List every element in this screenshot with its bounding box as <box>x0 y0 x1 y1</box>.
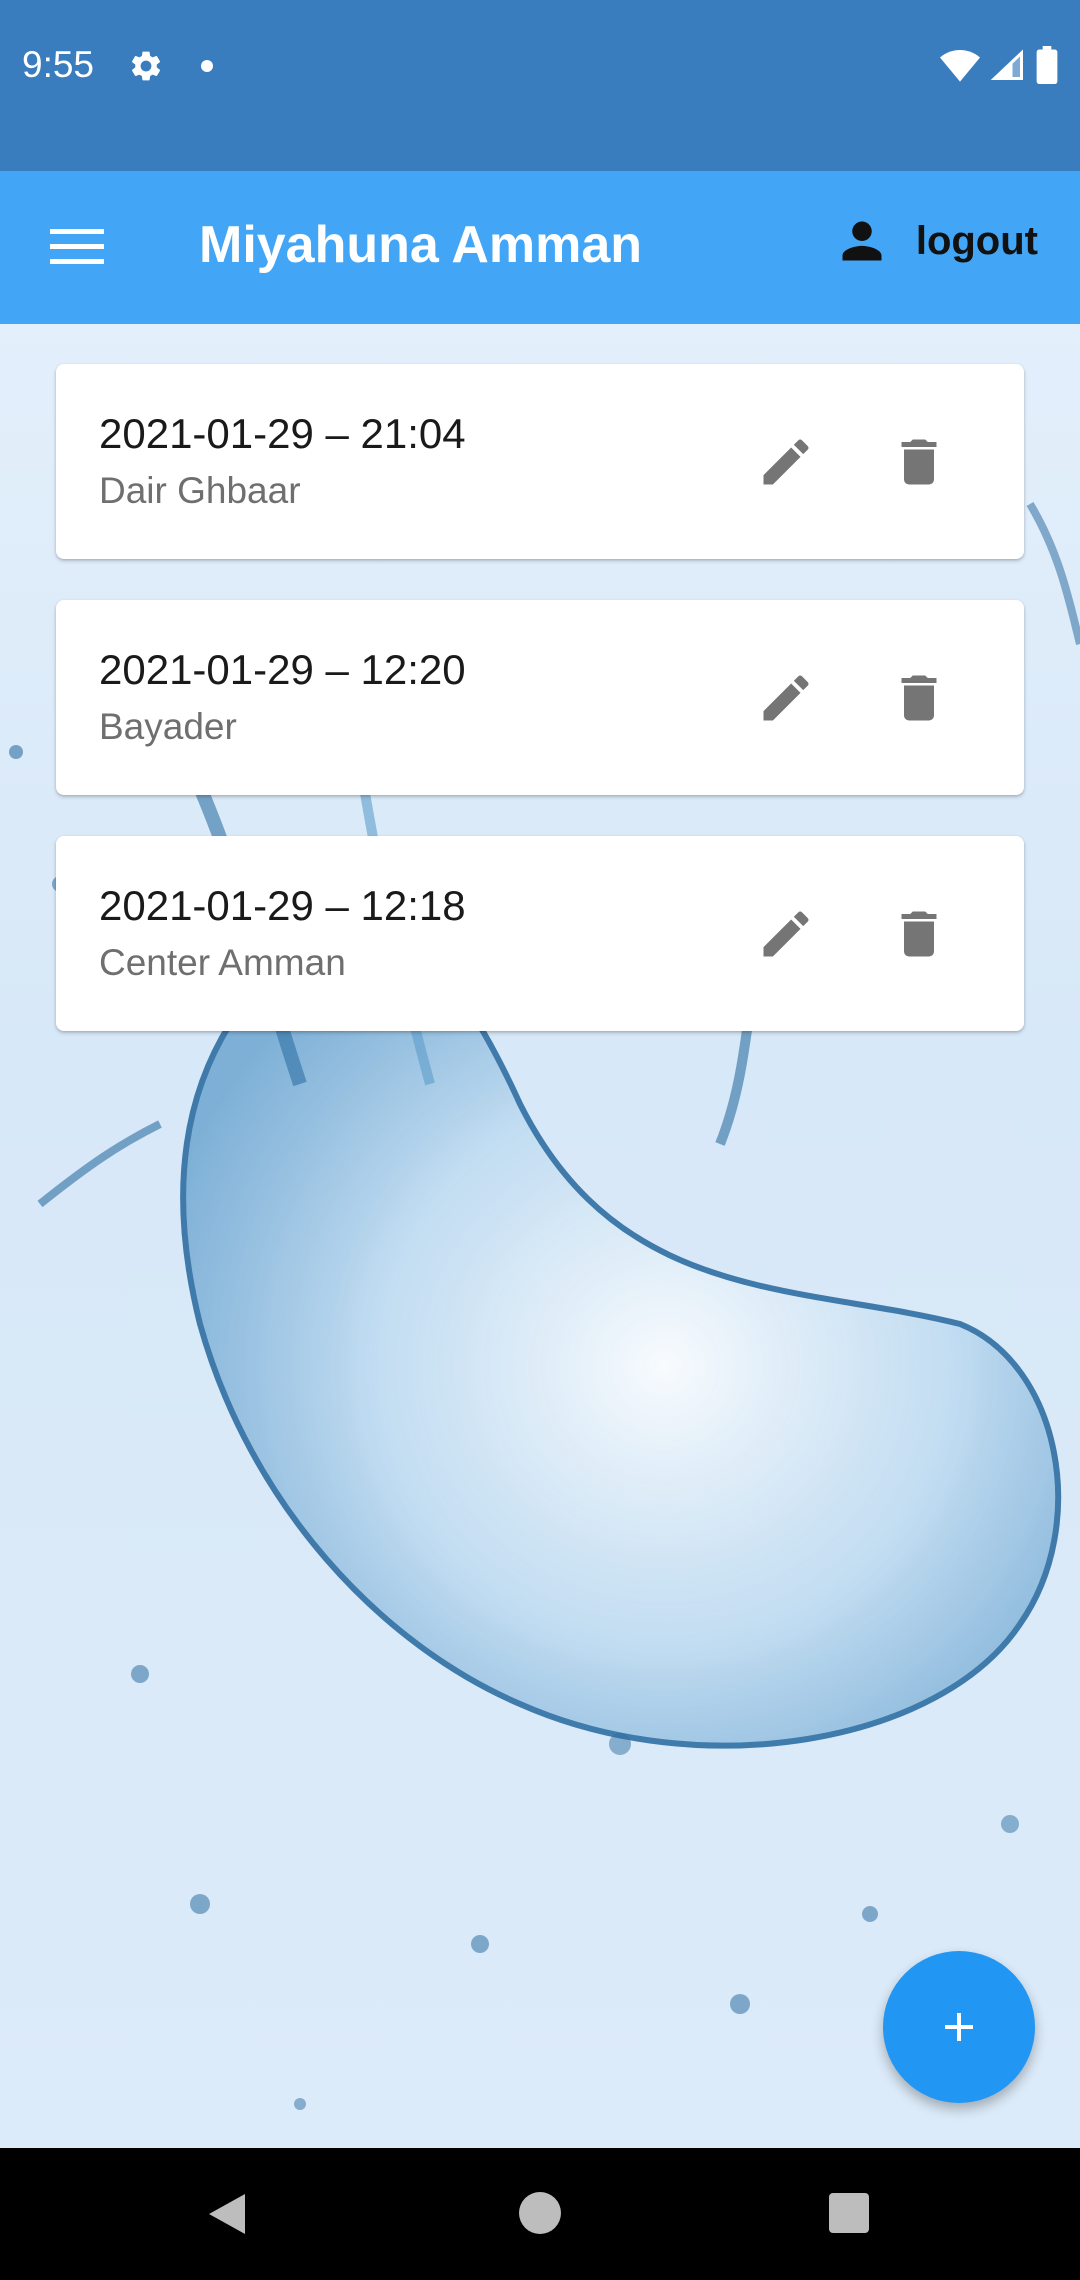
reading-location: Bayader <box>99 706 237 747</box>
wifi-icon <box>940 50 980 82</box>
reading-datetime: 2021-01-29 – 12:20 <box>99 646 466 693</box>
battery-icon <box>1036 46 1058 84</box>
edit-icon[interactable] <box>756 904 816 964</box>
reading-card[interactable]: 2021-01-29 – 12:18 Center Amman <box>56 836 1024 1031</box>
logout-button[interactable]: logout <box>836 215 1038 267</box>
hamburger-menu-icon[interactable] <box>50 227 104 267</box>
delete-icon[interactable] <box>889 904 949 964</box>
edit-icon[interactable] <box>756 668 816 728</box>
status-bar: 9:55 <box>0 0 1080 171</box>
reading-card[interactable]: 2021-01-29 – 12:20 Bayader <box>56 600 1024 795</box>
reading-location: Dair Ghbaar <box>99 470 301 511</box>
back-icon[interactable] <box>205 2190 249 2238</box>
settings-gear-icon <box>132 51 161 81</box>
status-icons <box>940 46 1058 84</box>
reading-datetime: 2021-01-29 – 12:18 <box>99 882 466 929</box>
app-bar: Miyahuna Amman logout <box>0 171 1080 324</box>
reading-location: Center Amman <box>99 942 346 983</box>
delete-icon[interactable] <box>889 432 949 492</box>
content-area: 2021-01-29 – 21:04 Dair Ghbaar 2021-01-2… <box>0 324 1080 2148</box>
reading-card[interactable]: 2021-01-29 – 21:04 Dair Ghbaar <box>56 364 1024 559</box>
recent-apps-icon[interactable] <box>829 2193 869 2233</box>
delete-icon[interactable] <box>889 668 949 728</box>
notification-dot-icon <box>201 60 213 72</box>
person-icon <box>842 221 882 261</box>
home-icon[interactable] <box>519 2192 561 2234</box>
plus-icon <box>945 2013 973 2041</box>
app-title: Miyahuna Amman <box>199 216 643 274</box>
signal-icon <box>990 49 1023 80</box>
add-reading-fab[interactable] <box>883 1951 1035 2103</box>
logout-label: logout <box>915 218 1038 263</box>
reading-datetime: 2021-01-29 – 21:04 <box>99 410 466 457</box>
status-time: 9:55 <box>22 44 95 85</box>
water-splash-background <box>9 375 1080 2110</box>
edit-icon[interactable] <box>756 432 816 492</box>
system-nav-bar <box>0 2148 1080 2280</box>
